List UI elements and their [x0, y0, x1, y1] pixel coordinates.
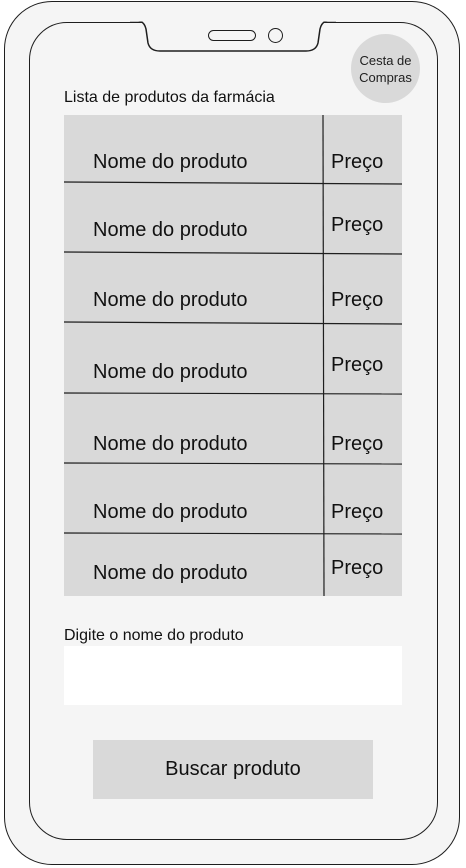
speaker-icon	[208, 30, 256, 41]
product-row[interactable]: Nome do produto Preço	[64, 183, 402, 253]
search-input[interactable]	[64, 646, 402, 705]
product-price: Preço	[331, 354, 384, 376]
product-name: Nome do produto	[93, 219, 248, 241]
product-row[interactable]: Nome do produto Preço	[64, 323, 402, 394]
camera-icon	[268, 28, 283, 43]
product-price: Preço	[331, 501, 384, 523]
product-list-title: Lista de produtos da farmácia	[64, 89, 275, 106]
cart-button[interactable]: Cesta de Compras	[351, 34, 420, 103]
product-price: Preço	[331, 214, 384, 236]
product-name: Nome do produto	[93, 151, 248, 173]
product-name: Nome do produto	[93, 433, 248, 455]
product-name: Nome do produto	[93, 501, 248, 523]
search-label: Digite o nome do produto	[64, 627, 244, 644]
product-row[interactable]: Nome do produto Preço	[64, 115, 402, 183]
cart-button-label: Cesta de Compras	[359, 52, 412, 85]
product-row[interactable]: Nome do produto Preço	[64, 534, 402, 596]
product-price: Preço	[331, 433, 384, 455]
product-price: Preço	[331, 151, 384, 173]
product-row[interactable]: Nome do produto Preço	[64, 253, 402, 323]
product-name: Nome do produto	[93, 562, 248, 584]
product-row[interactable]: Nome do produto Preço	[64, 394, 402, 464]
product-name: Nome do produto	[93, 361, 248, 383]
product-price: Preço	[331, 557, 384, 579]
product-table: Nome do produto Preço Nome do produto Pr…	[64, 115, 402, 596]
product-name: Nome do produto	[93, 289, 248, 311]
product-row[interactable]: Nome do produto Preço	[64, 464, 402, 534]
search-button[interactable]: Buscar produto	[93, 740, 373, 799]
product-price: Preço	[331, 289, 384, 311]
